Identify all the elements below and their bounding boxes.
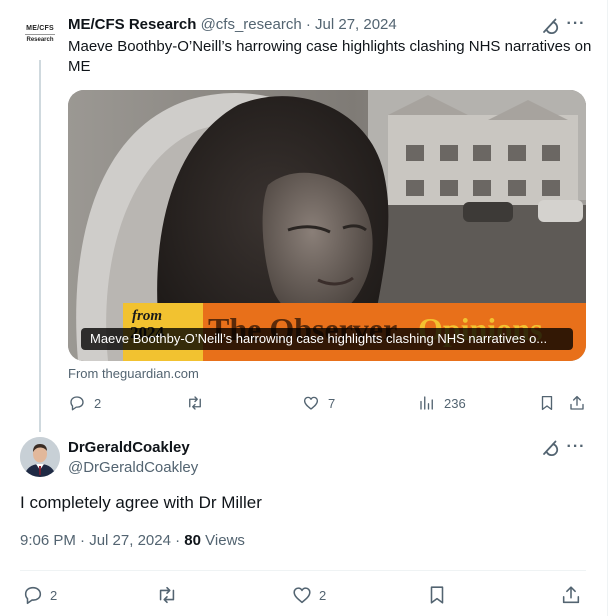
tweet-date[interactable]: Jul 27, 2024 [315, 16, 397, 33]
reply-author-handle[interactable]: @DrGeraldCoakley [68, 458, 198, 478]
like-button[interactable]: 7 [302, 393, 335, 413]
tweet-text: Maeve Boothby-O’Neill’s harrowing case h… [68, 38, 592, 75]
like-icon [303, 396, 319, 410]
more-icon[interactable]: ··· [566, 14, 586, 34]
more-icon[interactable]: ··· [566, 437, 586, 457]
thread-connector-line [39, 60, 41, 432]
separator-dot: · [80, 532, 86, 549]
avatar-text-line1: ME/CFS [26, 25, 54, 32]
repost-icon [189, 396, 201, 410]
reply-count: 2 [50, 587, 58, 603]
like-count: 7 [328, 395, 336, 411]
views-count: 236 [444, 395, 466, 411]
separator-dot: · [305, 16, 311, 33]
reply-date[interactable]: Jul 27, 2024 [89, 532, 171, 549]
banner-from-text: from [132, 308, 162, 324]
share-button[interactable] [560, 583, 582, 607]
avatar-divider [25, 34, 55, 35]
repost-button[interactable] [186, 393, 212, 413]
share-icon [562, 586, 580, 604]
repost-button[interactable] [156, 583, 184, 607]
reply-actions: 2 2 [20, 583, 590, 607]
repost-icon [159, 586, 175, 604]
card-image: from 2024 The Observer Opinions [68, 90, 586, 361]
timeline-border [607, 0, 608, 616]
grok-icon[interactable] [540, 438, 560, 458]
grok-icon[interactable] [540, 16, 560, 36]
views-icon [420, 396, 433, 410]
author-handle[interactable]: @cfs_research [201, 16, 302, 33]
reply-time[interactable]: 9:06 PM [20, 532, 76, 549]
reply-timestamp: 9:06 PM · Jul 27, 2024 · 80 Views [20, 531, 245, 551]
reply-text: I completely agree with Dr Miller [20, 493, 262, 512]
tweet-actions: 2 7 236 [68, 393, 588, 413]
parent-tweet[interactable]: ME/CFS Research ME/CFS Research @cfs_res… [0, 0, 606, 432]
separator-dot: · [175, 532, 181, 549]
reply-count: 2 [94, 395, 102, 411]
avatar-text-line2: Research [26, 37, 54, 43]
share-button[interactable] [568, 393, 586, 413]
tweet-header: ME/CFS Research @cfs_research · Jul 27, … [68, 15, 397, 35]
like-icon [293, 587, 311, 604]
link-card[interactable]: from 2024 The Observer Opinions Maeve Bo… [68, 90, 586, 361]
bookmark-icon [430, 586, 444, 604]
card-caption: Maeve Boothby-O’Neill’s harrowing case h… [81, 328, 573, 350]
reply-author-name[interactable]: DrGeraldCoakley [68, 438, 190, 458]
reply-icon [24, 586, 42, 605]
bookmark-icon [541, 395, 553, 411]
share-icon [570, 395, 584, 410]
reply-button[interactable]: 2 [68, 393, 101, 413]
reply-views-label: Views [205, 532, 245, 549]
author-avatar[interactable]: ME/CFS Research [20, 14, 60, 54]
reply-icon [70, 396, 84, 411]
bookmark-button[interactable] [426, 583, 448, 607]
reply-button[interactable]: 2 [22, 583, 57, 607]
card-source[interactable]: From theguardian.com [68, 366, 199, 382]
bookmark-button[interactable] [538, 393, 556, 413]
reply-views-count: 80 [184, 532, 201, 549]
reply-author-avatar[interactable] [20, 437, 60, 477]
divider [20, 570, 586, 571]
avatar-image [20, 437, 60, 477]
like-button[interactable]: 2 [291, 583, 326, 607]
like-count: 2 [319, 587, 327, 603]
views-button[interactable]: 236 [418, 393, 466, 413]
author-name[interactable]: ME/CFS Research [68, 16, 196, 33]
